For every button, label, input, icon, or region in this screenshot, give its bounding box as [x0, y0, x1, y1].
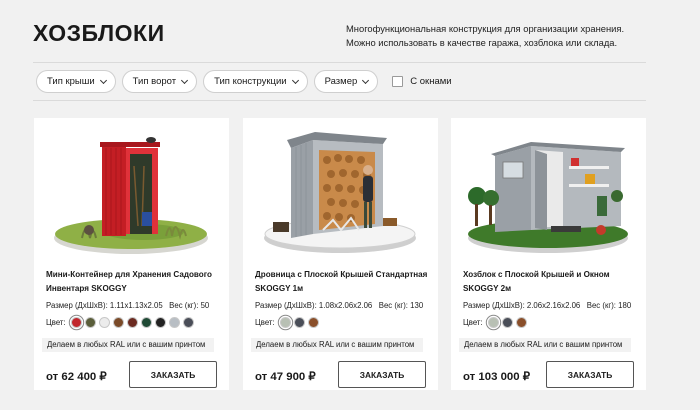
size-value: 1.11x1.13x2.05 [109, 301, 163, 310]
size-value: 1.08x2.06x2.06 [318, 301, 373, 310]
color-swatch[interactable] [112, 317, 124, 328]
color-swatch[interactable] [293, 317, 305, 328]
color-swatch[interactable] [279, 317, 291, 328]
color-label: Цвет: [46, 318, 66, 327]
size-label: Размер (ДхШхВ): [255, 301, 317, 310]
color-swatch[interactable] [168, 317, 180, 328]
chevron-down-icon [362, 76, 370, 84]
product-name[interactable]: Хозблок с Плоской Крышей и Окном SKOGGY … [463, 268, 639, 295]
weight-label: Вес (кг): [586, 301, 616, 310]
color-swatch[interactable] [154, 317, 166, 328]
color-swatch[interactable] [182, 317, 194, 328]
color-options: Цвет: [255, 317, 319, 328]
chevron-down-icon [181, 76, 189, 84]
color-swatch[interactable] [126, 317, 138, 328]
filter-roof-type[interactable]: Тип крыши [36, 70, 116, 93]
filter-size-label: Размер [324, 76, 358, 87]
page-description: Многофункциональная конструкция для орга… [346, 23, 625, 48]
weight-value: 50 [200, 301, 210, 310]
filter-gate-type-label: Тип ворот [132, 76, 177, 87]
product-name[interactable]: Мини-Контейнер для Хранения Садового Инв… [46, 268, 222, 295]
ral-note: Делаем в любых RAL или с вашим принтом [42, 338, 214, 352]
color-swatch[interactable] [140, 317, 152, 328]
color-swatch[interactable] [515, 317, 527, 328]
product-specs: Размер (ДхШхВ): 1.08x2.06x2.06 Вес (кг):… [255, 301, 423, 310]
filter-gate-type[interactable]: Тип ворот [121, 70, 198, 93]
ral-note: Делаем в любых RAL или с вашим принтом [459, 338, 631, 352]
product-card[interactable]: Мини-Контейнер для Хранения Садового Инв… [34, 118, 229, 390]
product-card[interactable]: Дровница с Плоской Крышей Стандартная SK… [243, 118, 438, 390]
color-options: Цвет: [463, 317, 527, 328]
weight-value: 130 [410, 301, 424, 310]
size-label: Размер (ДхШхВ): [463, 301, 525, 310]
filter-bar: Тип крыши Тип ворот Тип конструкции Разм… [36, 70, 452, 93]
color-swatch[interactable] [84, 317, 96, 328]
color-options: Цвет: [46, 317, 194, 328]
filter-size[interactable]: Размер [313, 70, 379, 93]
product-price: от 47 900 ₽ [255, 371, 316, 383]
divider-top [33, 62, 646, 63]
product-name[interactable]: Дровница с Плоской Крышей Стандартная SK… [255, 268, 431, 295]
product-image[interactable] [451, 126, 646, 266]
color-label: Цвет: [463, 318, 483, 327]
order-button[interactable]: ЗАКАЗАТЬ [546, 361, 634, 388]
with-windows-filter[interactable]: С окнами [392, 76, 452, 87]
divider-filters [33, 100, 646, 101]
size-label: Размер (ДхШхВ): [46, 301, 108, 310]
color-label: Цвет: [255, 318, 275, 327]
filter-construction-type[interactable]: Тип конструкции [203, 70, 308, 93]
with-windows-checkbox[interactable] [392, 76, 404, 87]
weight-label: Вес (кг): [378, 301, 408, 310]
weight-value: 180 [618, 301, 632, 310]
weight-label: Вес (кг): [169, 301, 199, 310]
product-image[interactable] [243, 126, 438, 266]
color-swatch[interactable] [98, 317, 110, 328]
product-image[interactable] [34, 126, 229, 266]
product-specs: Размер (ДхШхВ): 2.06x2.16x2.06 Вес (кг):… [463, 301, 631, 310]
color-swatch[interactable] [70, 317, 82, 328]
filter-construction-type-label: Тип конструкции [214, 76, 287, 87]
filter-roof-type-label: Тип крыши [47, 76, 95, 87]
product-price: от 103 000 ₽ [463, 371, 531, 383]
color-swatch[interactable] [501, 317, 513, 328]
chevron-down-icon [99, 76, 107, 84]
with-windows-label: С окнами [410, 76, 452, 87]
page-title: ХОЗБЛОКИ [33, 20, 165, 46]
color-swatch[interactable] [487, 317, 499, 328]
color-swatch[interactable] [307, 317, 319, 328]
product-specs: Размер (ДхШхВ): 1.11x1.13x2.05 Вес (кг):… [46, 301, 209, 310]
order-button[interactable]: ЗАКАЗАТЬ [338, 361, 426, 388]
product-price: от 62 400 ₽ [46, 371, 107, 383]
chevron-down-icon [291, 76, 299, 84]
ral-note: Делаем в любых RAL или с вашим принтом [251, 338, 423, 352]
product-card[interactable]: Хозблок с Плоской Крышей и Окном SKOGGY … [451, 118, 646, 390]
size-value: 2.06x2.16x2.06 [526, 301, 581, 310]
order-button[interactable]: ЗАКАЗАТЬ [129, 361, 217, 388]
